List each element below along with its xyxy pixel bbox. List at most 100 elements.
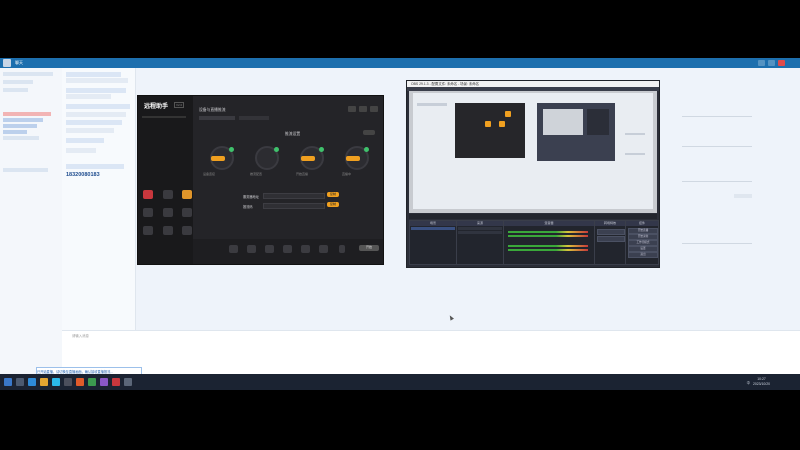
avatar[interactable] [3, 59, 11, 67]
list-item[interactable] [3, 136, 39, 140]
list-item[interactable] [3, 130, 27, 134]
message-item [66, 94, 111, 99]
screen: 聊天 18320080183 远程助手 V2.0 设备与直播推流 推流设置 设备… [0, 58, 800, 390]
status-dot [274, 147, 279, 152]
tool-icon[interactable] [265, 245, 274, 253]
server-field[interactable] [263, 193, 325, 199]
status-dot [319, 147, 324, 152]
app-icon[interactable] [112, 378, 120, 386]
divider [682, 243, 752, 244]
version-badge: V2.0 [174, 102, 185, 108]
folder-icon[interactable] [40, 378, 48, 386]
copy-key-button[interactable]: 复制 [327, 202, 339, 207]
transitions-header: 转场特效 [595, 221, 625, 226]
screen-icon[interactable] [163, 190, 173, 199]
obs-icon[interactable] [64, 378, 72, 386]
source-item[interactable] [458, 231, 502, 234]
search-icon[interactable] [16, 378, 24, 386]
browser-icon[interactable] [28, 378, 36, 386]
nested-icon [485, 121, 491, 127]
message-item [66, 88, 126, 93]
start-icon[interactable] [4, 378, 12, 386]
start-stream-button[interactable]: 开始 [359, 245, 379, 251]
chat-app-icon[interactable] [52, 378, 60, 386]
close-icon[interactable] [778, 60, 785, 66]
list-item[interactable] [3, 168, 48, 172]
step-config-circle[interactable] [255, 146, 279, 170]
audio-meter [508, 235, 588, 237]
list-item[interactable] [3, 118, 43, 122]
divider [142, 116, 186, 118]
clock[interactable]: 10:27 2023/10/20 [753, 377, 770, 387]
tool-icon[interactable] [319, 245, 328, 253]
step-label: 推流配置 [250, 172, 263, 176]
list-item[interactable] [3, 80, 33, 84]
tool-icon[interactable] [247, 245, 256, 253]
taskbar: 中 10:27 2023/10/20 [0, 374, 800, 390]
browser-icon[interactable] [163, 226, 173, 235]
chat-titlebar: 聊天 [0, 58, 800, 68]
app-icon[interactable] [100, 378, 108, 386]
list-item[interactable] [3, 72, 53, 76]
transitions-panel: 转场特效 [594, 220, 626, 265]
key-label: 推流码 [243, 205, 253, 209]
list-item[interactable] [3, 112, 51, 116]
more-icon[interactable] [182, 226, 192, 235]
obs-title: OBS 29.1.3 - 配置文件: 未命名 - 场景: 未命名 [411, 82, 480, 86]
exit-button[interactable]: 退出 [628, 252, 658, 258]
scenes-header: 场景 [410, 221, 456, 226]
audio-meter [508, 231, 588, 233]
app-sidebar: 远程助手 V2.0 [138, 96, 193, 264]
step-live-button[interactable] [346, 156, 360, 161]
tool-icon[interactable] [301, 245, 310, 253]
maximize-icon[interactable] [768, 60, 775, 66]
record-icon[interactable] [143, 190, 153, 199]
obs-toolbar[interactable] [409, 214, 657, 219]
settings-icon[interactable] [348, 106, 356, 112]
scenes-panel: 场景 [409, 220, 457, 265]
app-logo: 远程助手 [144, 104, 169, 110]
nested-app [455, 103, 525, 158]
text-icon[interactable] [143, 226, 153, 235]
close-icon[interactable] [370, 106, 378, 112]
controls-header: 控件 [626, 221, 658, 226]
minimize-icon[interactable] [758, 60, 765, 66]
mic-icon[interactable] [339, 245, 345, 253]
source-item[interactable] [458, 227, 502, 230]
nested-icon [499, 121, 505, 127]
mic-icon[interactable] [163, 208, 173, 217]
nested-preview [543, 109, 583, 135]
input-method[interactable]: 中 [747, 380, 750, 385]
obs-preview[interactable] [409, 91, 657, 213]
tab-stream[interactable] [239, 116, 269, 120]
step-device-button[interactable] [211, 156, 225, 161]
bell-icon[interactable] [182, 190, 192, 199]
image-icon[interactable] [182, 208, 192, 217]
message-input[interactable]: 请输入消息 [72, 333, 89, 338]
audio-meter [508, 245, 588, 247]
share-icon[interactable] [359, 106, 367, 112]
tool-icon[interactable] [229, 245, 238, 253]
app-icon[interactable] [88, 378, 96, 386]
transition-select[interactable] [597, 229, 625, 235]
help-button[interactable] [363, 130, 375, 135]
duration-field[interactable] [597, 236, 625, 242]
message-item [66, 128, 114, 133]
key-field[interactable] [263, 203, 325, 209]
list-item[interactable] [3, 124, 37, 128]
right-button[interactable] [734, 194, 752, 198]
obs-window: OBS 29.1.3 - 配置文件: 未命名 - 场景: 未命名 场景 来源 混… [406, 80, 660, 268]
step-start-button[interactable] [301, 156, 315, 161]
camera-icon[interactable] [143, 208, 153, 217]
obs-dock: 场景 来源 混音器 转场特效 控件 开始直播 开始录制 工作室模式 设置 退出 [409, 220, 659, 265]
nested-line [625, 153, 645, 155]
message-item [66, 148, 96, 153]
app-icon[interactable] [124, 378, 132, 386]
list-item[interactable] [3, 88, 28, 92]
nested-line [625, 133, 645, 135]
scene-item[interactable] [411, 227, 455, 230]
copy-server-button[interactable]: 复制 [327, 192, 339, 197]
app-icon[interactable] [76, 378, 84, 386]
tool-icon[interactable] [283, 245, 292, 253]
tab-device[interactable] [199, 116, 235, 120]
